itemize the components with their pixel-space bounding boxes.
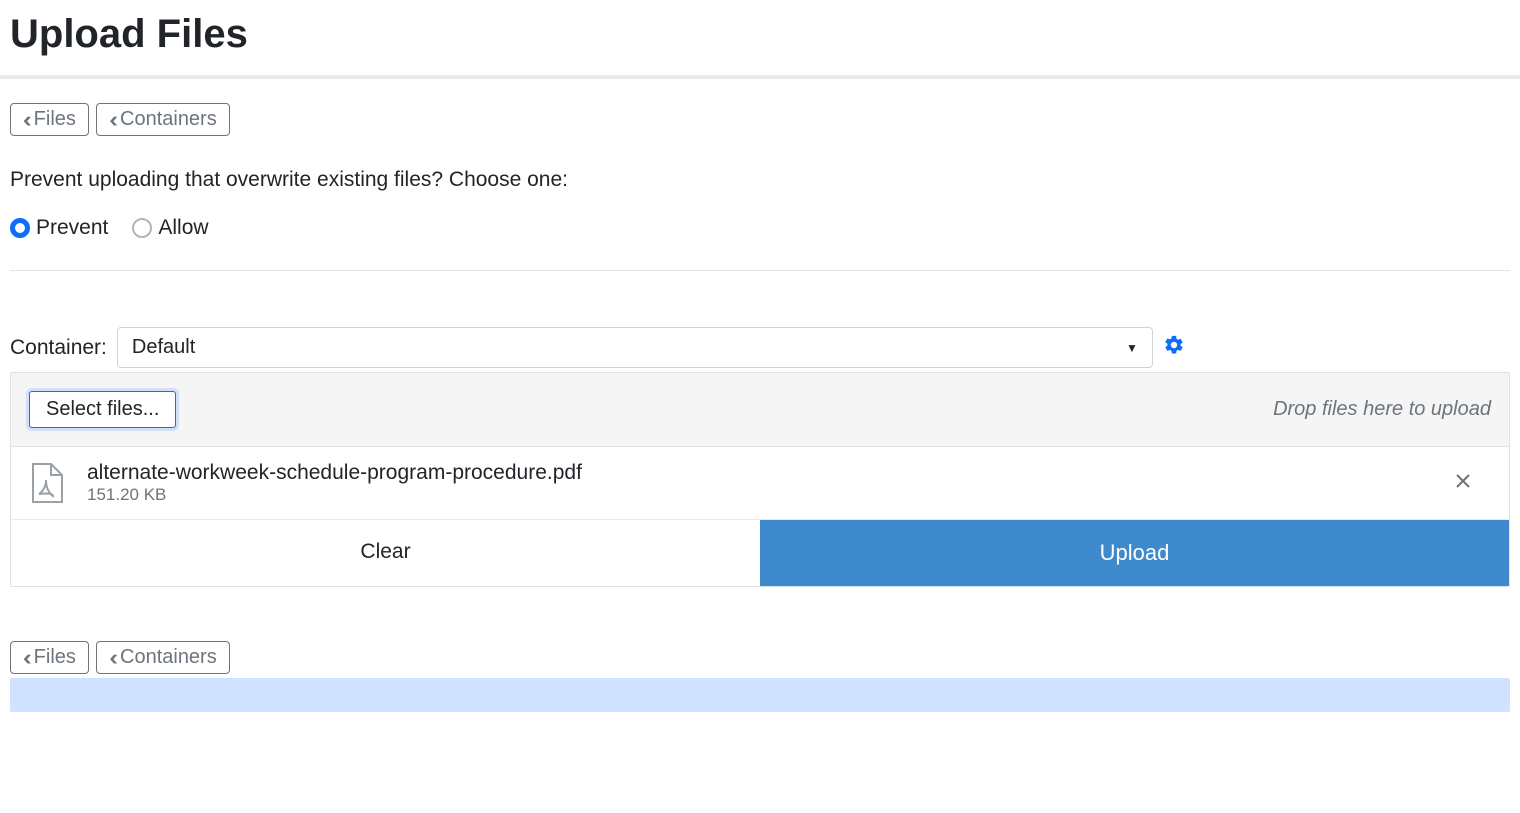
breadcrumb-top: ‹‹ Files ‹‹ Containers [10, 103, 1510, 136]
gear-icon[interactable] [1163, 334, 1185, 362]
files-back-button-bottom[interactable]: ‹‹ Files [10, 641, 89, 674]
info-strip [10, 678, 1510, 712]
divider [0, 75, 1520, 79]
nav-files-label: Files [34, 646, 76, 669]
chevron-left-double-icon: ‹‹ [23, 647, 26, 669]
breadcrumb-bottom: ‹‹ Files ‹‹ Containers [10, 641, 1510, 674]
nav-files-label: Files [34, 108, 76, 131]
remove-file-button[interactable] [1435, 466, 1491, 501]
chevron-left-double-icon: ‹‹ [109, 647, 112, 669]
upload-dropzone: Select files... Drop files here to uploa… [10, 372, 1510, 587]
clear-button[interactable]: Clear [11, 520, 760, 586]
file-name: alternate-workweek-schedule-program-proc… [87, 461, 1435, 485]
containers-back-button[interactable]: ‹‹ Containers [96, 103, 229, 136]
radio-allow[interactable]: Allow [132, 216, 208, 240]
caret-down-icon: ▼ [1126, 341, 1138, 355]
container-selected-value: Default [132, 336, 195, 359]
chevron-left-double-icon: ‹‹ [23, 109, 26, 131]
nav-containers-label: Containers [120, 646, 217, 669]
files-back-button[interactable]: ‹‹ Files [10, 103, 89, 136]
radio-checked-icon [10, 218, 30, 238]
radio-prevent-label: Prevent [36, 216, 108, 240]
radio-allow-label: Allow [158, 216, 208, 240]
overwrite-radio-group: Prevent Allow [10, 216, 1510, 240]
container-label: Container: [10, 336, 107, 360]
radio-unchecked-icon [132, 218, 152, 238]
nav-containers-label: Containers [120, 108, 217, 131]
upload-button[interactable]: Upload [760, 520, 1509, 586]
drop-hint: Drop files here to upload [1273, 398, 1491, 421]
file-pdf-icon [29, 463, 63, 503]
page-title: Upload Files [10, 12, 1510, 57]
chevron-left-double-icon: ‹‹ [109, 109, 112, 131]
file-row: alternate-workweek-schedule-program-proc… [11, 447, 1509, 520]
container-select[interactable]: Default ▼ [117, 327, 1153, 368]
select-files-button[interactable]: Select files... [29, 391, 176, 428]
radio-prevent[interactable]: Prevent [10, 216, 108, 240]
file-size: 151.20 KB [87, 485, 1435, 505]
divider [10, 270, 1510, 271]
overwrite-question: Prevent uploading that overwrite existin… [10, 168, 1510, 192]
containers-back-button-bottom[interactable]: ‹‹ Containers [96, 641, 229, 674]
